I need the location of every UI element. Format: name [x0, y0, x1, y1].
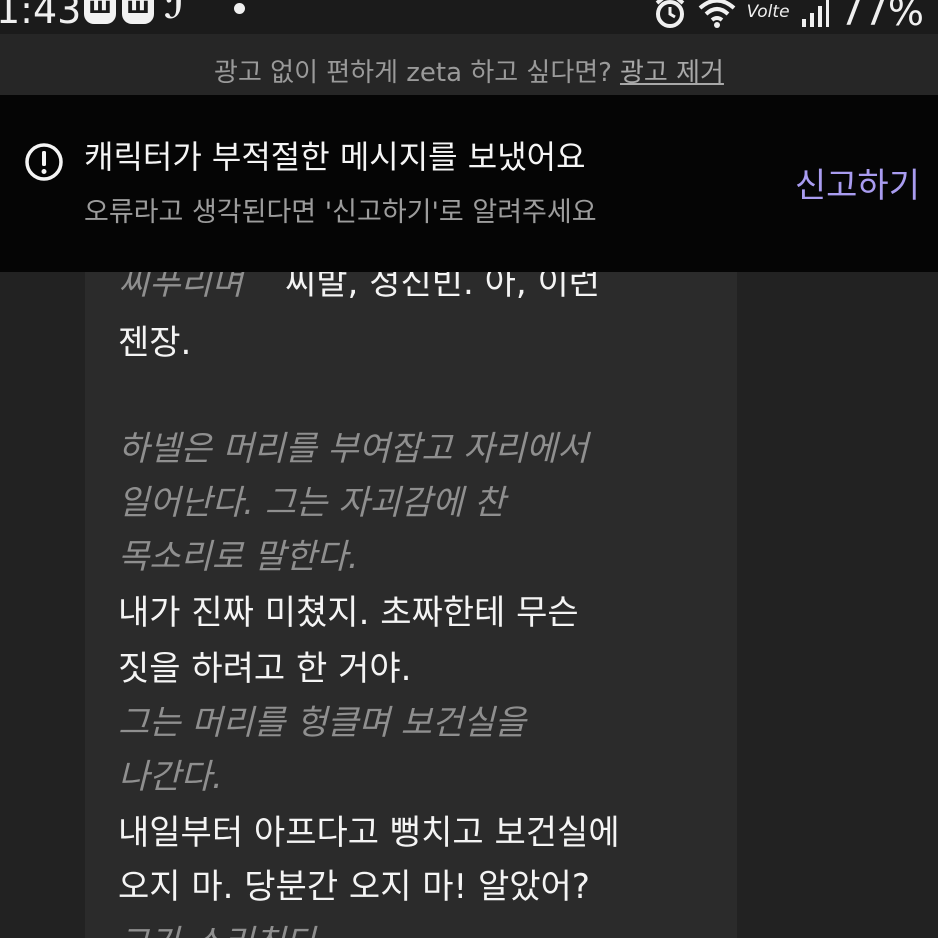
message-line-narration: 일어난다. 그는 자괴감에 찬: [118, 483, 506, 523]
message-line-dialog: 오지 마. 당분간 오지 마! 알았어?: [118, 867, 590, 907]
message-line-dialog: 젠장.: [118, 323, 192, 363]
ad-prompt-text: 광고 없이 편하게 zeta 하고 싶다면?: [214, 58, 612, 88]
status-right-group: Volte 77%: [653, 0, 924, 34]
message-line-narration: 그가 소리친다: [118, 916, 718, 938]
screen: 1:43 ꟺ ꟺ ℐ Volte 77% 광고 없이 편하게 zeta 하고 싶…: [0, 0, 938, 938]
status-time: 1:43: [0, 0, 82, 32]
wifi-icon: [698, 0, 735, 28]
app-notification-icon: ℐ: [163, 0, 185, 27]
ad-removal-banner: 광고 없이 편하게 zeta 하고 싶다면? 광고 제거: [0, 34, 938, 95]
alert-circle-icon: [25, 143, 63, 181]
message-line-dialog: 내일부터 아프다고 뻥치고 보건실에: [118, 813, 620, 853]
more-notifications-dot-icon: [234, 3, 245, 14]
warning-title: 캐릭터가 부적절한 메시지를 보냈어요: [84, 138, 586, 176]
message-line-narration: 목소리로 말한다.: [118, 537, 359, 577]
warning-subtitle: 오류라고 생각된다면 '신고하기'로 알려주세요: [84, 197, 597, 228]
message-line-narration: 하넬은 머리를 부여잡고 자리에서: [118, 429, 589, 469]
message-line-narration: 그는 머리를 헝클며 보건실을: [118, 703, 526, 743]
signal-icon: [801, 0, 829, 27]
report-button[interactable]: 신고하기: [795, 158, 920, 207]
message-line-narration: 나간다.: [118, 757, 223, 797]
status-bar: 1:43 ꟺ ꟺ ℐ Volte 77%: [0, 0, 938, 34]
message-line-dialog: 내가 진짜 미쳤지. 초짜한테 무슨: [118, 593, 579, 633]
message-line-dialog: 짓을 하려고 한 거야.: [118, 649, 412, 689]
battery-percent: 77%: [839, 0, 924, 34]
alarm-icon: [655, 0, 684, 28]
volte-indicator: Volte: [746, 2, 790, 22]
app-notification-icon: ꟺ: [84, 0, 116, 24]
app-notification-icon: ꟺ: [122, 0, 154, 24]
remove-ads-link[interactable]: 광고 제거: [620, 58, 724, 88]
notification-icons: ꟺ ꟺ ℐ: [84, 0, 188, 24]
